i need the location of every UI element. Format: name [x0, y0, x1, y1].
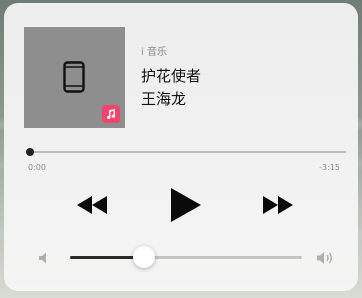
progress-scrubber[interactable] [26, 148, 34, 156]
play-icon[interactable] [168, 187, 202, 223]
progress-bar[interactable] [29, 151, 346, 153]
now-playing-panel: i 音乐 护花使者 王海龙 0:00 -3:15 [4, 3, 358, 291]
remaining-time: -3:15 [319, 163, 340, 172]
elapsed-time: 0:00 [28, 163, 46, 172]
volume-slider[interactable] [70, 256, 302, 259]
album-artwork[interactable] [24, 27, 125, 128]
rewind-icon[interactable] [76, 195, 108, 215]
artist-name: 王海龙 [141, 90, 187, 108]
volume-knob[interactable] [133, 246, 156, 268]
phone-icon [63, 61, 85, 93]
lockscreen-background: i 音乐 护花使者 王海龙 0:00 -3:15 [0, 0, 362, 298]
speaker-high-icon [317, 252, 332, 264]
fast-forward-icon[interactable] [262, 195, 294, 215]
speaker-low-icon [39, 252, 46, 264]
song-title: 护花使者 [141, 67, 202, 85]
source-label[interactable]: i 音乐 [141, 47, 167, 59]
music-app-icon [102, 105, 120, 123]
